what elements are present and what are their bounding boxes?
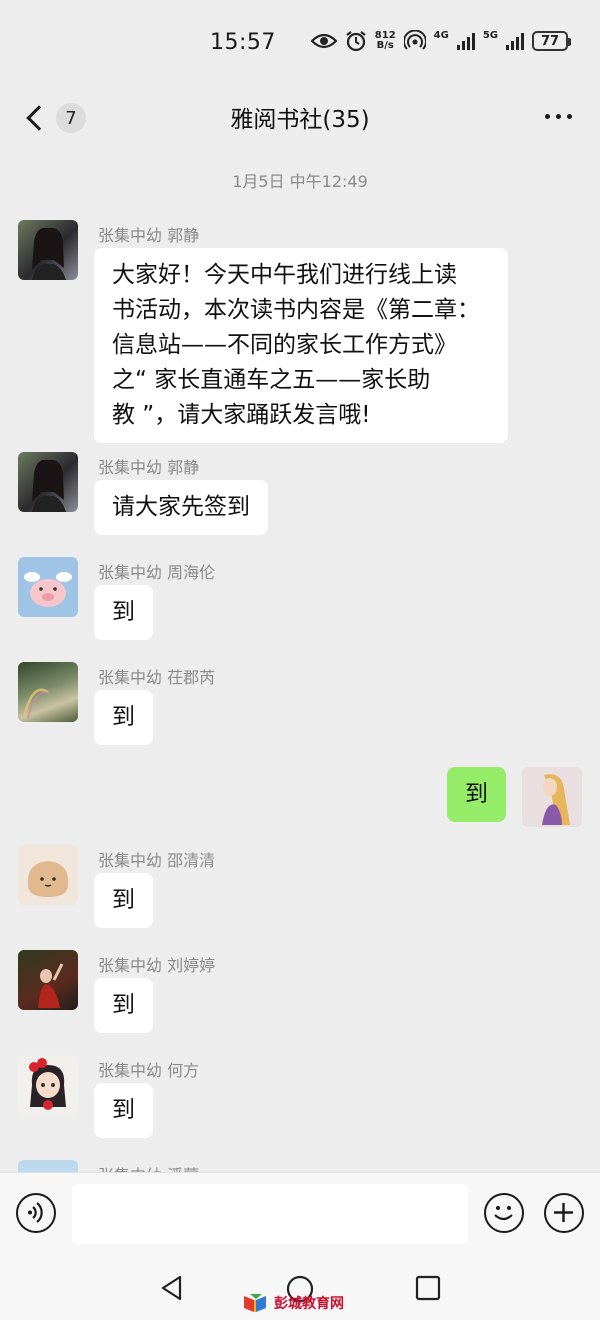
- sender-name: 张集中幼 郭静: [98, 226, 200, 245]
- avatar[interactable]: [18, 950, 78, 1010]
- message-row: 张集中幼 潘蒙: [0, 1158, 600, 1172]
- status-time: 15:57: [210, 30, 276, 55]
- watermark-text: 彭城教育网: [274, 1296, 344, 1312]
- more-dots-icon: [545, 113, 550, 119]
- avatar-pig-icon: [24, 572, 72, 607]
- message-input[interactable]: [72, 1184, 468, 1244]
- avatar[interactable]: [18, 1160, 78, 1172]
- message-bubble[interactable]: 大家好！今天中午我们进行线上读 书活动，本次读书内容是《第二章： 信息站——不同…: [94, 248, 508, 443]
- chat-header: 7 雅阅书社(35): [0, 88, 600, 148]
- sender-name: 张集中幼 茌郡芮: [98, 668, 216, 687]
- avatar-princess-icon: [542, 774, 570, 825]
- avatar-cartoon-girl-icon: [29, 1058, 66, 1110]
- message-bubble[interactable]: 请大家先签到: [94, 480, 268, 535]
- avatar[interactable]: [18, 557, 78, 617]
- network-speed: 812 B/s: [374, 30, 396, 51]
- avatar[interactable]: [18, 452, 78, 512]
- message-timestamp: 1月5日 中午12:49: [232, 172, 368, 191]
- message-bubble[interactable]: 到: [94, 978, 153, 1033]
- chat-title: 雅阅书社(35): [230, 107, 370, 133]
- smiley-icon: [494, 1206, 513, 1221]
- nav-recents-icon[interactable]: [414, 1274, 442, 1302]
- voice-button[interactable]: [16, 1193, 56, 1233]
- message-bubble[interactable]: 到: [94, 690, 153, 745]
- eye-icon: [310, 33, 337, 49]
- sender-name: 张集中幼 邵清清: [98, 851, 216, 870]
- network-type-4g: 4G: [433, 30, 449, 41]
- message-bubble-self[interactable]: 到: [447, 767, 506, 822]
- avatar[interactable]: [18, 845, 78, 905]
- status-bar: 15:57 812 B/s 4G 5G 77: [0, 0, 600, 88]
- alarm-icon: [346, 31, 366, 52]
- message-bubble[interactable]: 到: [94, 585, 153, 640]
- avatar[interactable]: [18, 1055, 78, 1115]
- sender-name: 张集中幼 潘蒙: [98, 1162, 199, 1172]
- sender-name: 张集中幼 周海伦: [98, 563, 216, 582]
- avatar-bread-icon: [27, 861, 69, 897]
- sender-name: 张集中幼 刘婷婷: [98, 956, 216, 975]
- network-type-5g: 5G: [482, 30, 498, 41]
- avatar[interactable]: [18, 662, 78, 722]
- avatar-photo-icon: [32, 459, 66, 512]
- nav-back-icon[interactable]: [158, 1274, 186, 1302]
- avatar-photo-icon: [32, 227, 66, 280]
- more-button[interactable]: [545, 104, 572, 128]
- avatar-rainbow-icon: [22, 688, 51, 719]
- sender-name: 张集中幼 何方: [98, 1061, 200, 1080]
- avatar-self[interactable]: [522, 767, 582, 827]
- signal-icon: [506, 32, 524, 50]
- avatar[interactable]: [18, 220, 78, 280]
- sender-name: 张集中幼 郭静: [98, 458, 200, 477]
- status-icons: 812 B/s 4G 5G 77: [310, 30, 571, 52]
- voice-icon: [28, 1202, 43, 1223]
- watermark-logo-icon: [244, 1294, 266, 1312]
- message-bubble[interactable]: 到: [94, 1083, 153, 1138]
- plus-icon: [554, 1203, 573, 1222]
- signal-icon: [456, 32, 475, 50]
- more-actions-button[interactable]: [544, 1193, 584, 1233]
- watermark: 彭城教育网: [242, 1292, 344, 1314]
- emoji-button[interactable]: [484, 1193, 524, 1233]
- avatar-photo-icon: [38, 963, 64, 1008]
- battery-icon: 77: [532, 31, 571, 51]
- message-bubble[interactable]: 到: [94, 873, 153, 928]
- input-bar: [0, 1172, 600, 1256]
- hotspot-icon: [403, 30, 426, 50]
